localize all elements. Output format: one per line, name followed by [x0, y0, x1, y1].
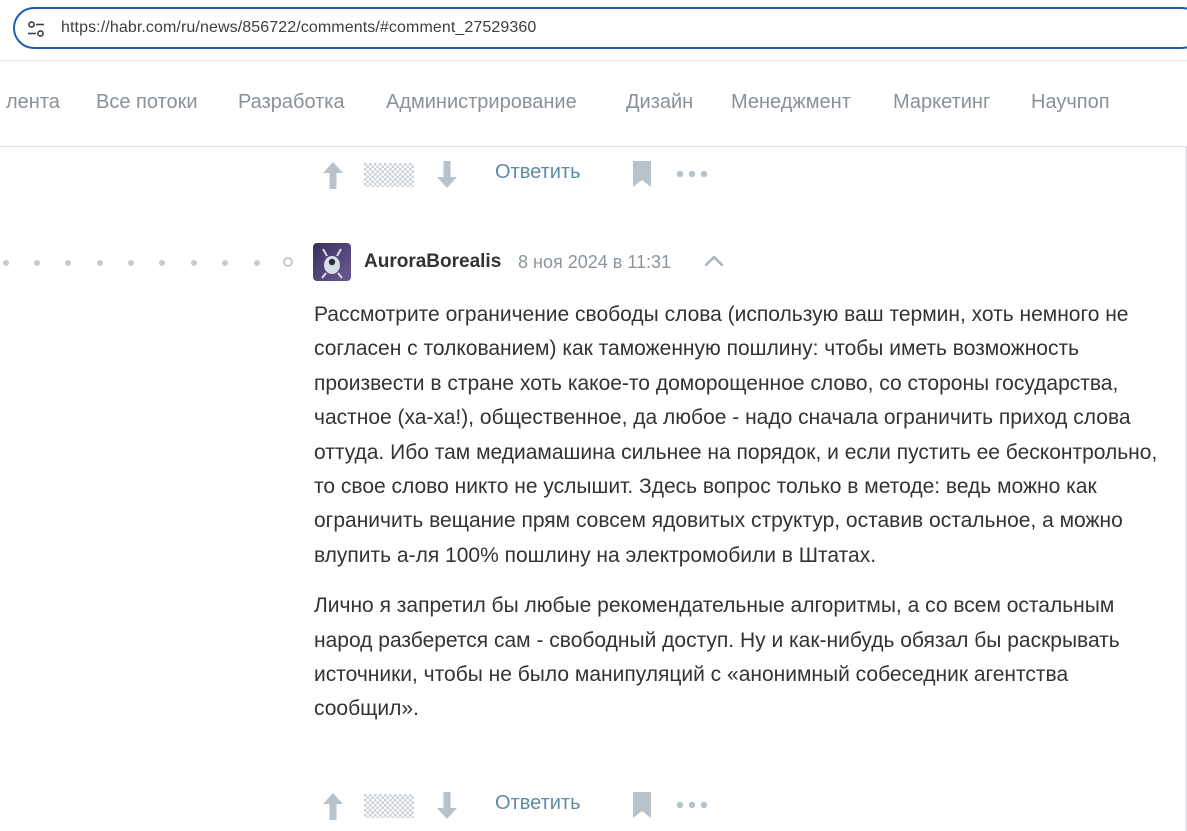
rating-hidden [364, 794, 414, 818]
more-dots-icon[interactable] [676, 799, 708, 811]
comment-controls: Ответить [318, 788, 718, 824]
previous-comment-controls: Ответить [318, 157, 718, 193]
arrow-down-icon[interactable] [432, 159, 462, 191]
rating-hidden [364, 163, 414, 187]
bookmark-icon[interactable] [631, 791, 653, 819]
thread-dot[interactable] [159, 260, 165, 266]
thread-dot[interactable] [34, 260, 40, 266]
bookmark-icon[interactable] [631, 160, 653, 188]
arrow-up-icon[interactable] [318, 159, 348, 191]
arrow-up-icon[interactable] [318, 790, 348, 822]
thread-dot[interactable] [97, 260, 103, 266]
thread-dot[interactable] [254, 260, 260, 266]
nav-item-design[interactable]: Дизайн [626, 91, 693, 114]
nav-item-development[interactable]: Разработка [238, 91, 345, 114]
comment-paragraph: Рассмотрите ограничение свободы слова (и… [314, 303, 1158, 567]
avatar[interactable] [313, 243, 351, 281]
browser-toolbar: https://habr.com/ru/news/856722/comments… [0, 0, 1187, 60]
reply-link[interactable]: Ответить [495, 161, 581, 184]
thread-current-ring[interactable] [283, 257, 293, 267]
nav-item-administration[interactable]: Администрирование [386, 91, 577, 114]
nav-item-all-streams[interactable]: Все потоки [96, 91, 198, 114]
nav-item-feed[interactable]: лента [6, 91, 60, 114]
comment-paragraph: Лично я запретил бы любые рекомендательн… [314, 594, 1120, 721]
section-nav: лента Все потоки Разработка Администриро… [0, 60, 1187, 147]
comment-author[interactable]: AuroraBorealis [364, 251, 501, 273]
url-text[interactable]: https://habr.com/ru/news/856722/comments… [61, 19, 536, 37]
thread-dot[interactable] [128, 260, 134, 266]
nav-item-management[interactable]: Менеджмент [731, 91, 851, 114]
tune-icon[interactable] [27, 20, 45, 38]
thread-dot[interactable] [191, 260, 197, 266]
comment-meta: AuroraBorealis 8 ноя 2024 в 11:31 [313, 243, 763, 283]
more-dots-icon[interactable] [676, 168, 708, 180]
comment-time[interactable]: 8 ноя 2024 в 11:31 [518, 252, 671, 273]
thread-dot[interactable] [3, 260, 9, 266]
nav-item-popsci[interactable]: Научпоп [1031, 91, 1110, 114]
comment-body: Рассмотрите ограничение свободы слова (и… [314, 298, 1174, 743]
arrow-down-icon[interactable] [432, 790, 462, 822]
reply-link[interactable]: Ответить [495, 792, 581, 815]
thread-dot[interactable] [65, 260, 71, 266]
nav-item-marketing[interactable]: Маркетинг [893, 91, 990, 114]
thread-dot[interactable] [222, 260, 228, 266]
chevron-up-icon[interactable] [703, 253, 725, 269]
thread-level-indicator[interactable] [0, 254, 300, 272]
address-bar[interactable]: https://habr.com/ru/news/856722/comments… [13, 7, 1187, 49]
